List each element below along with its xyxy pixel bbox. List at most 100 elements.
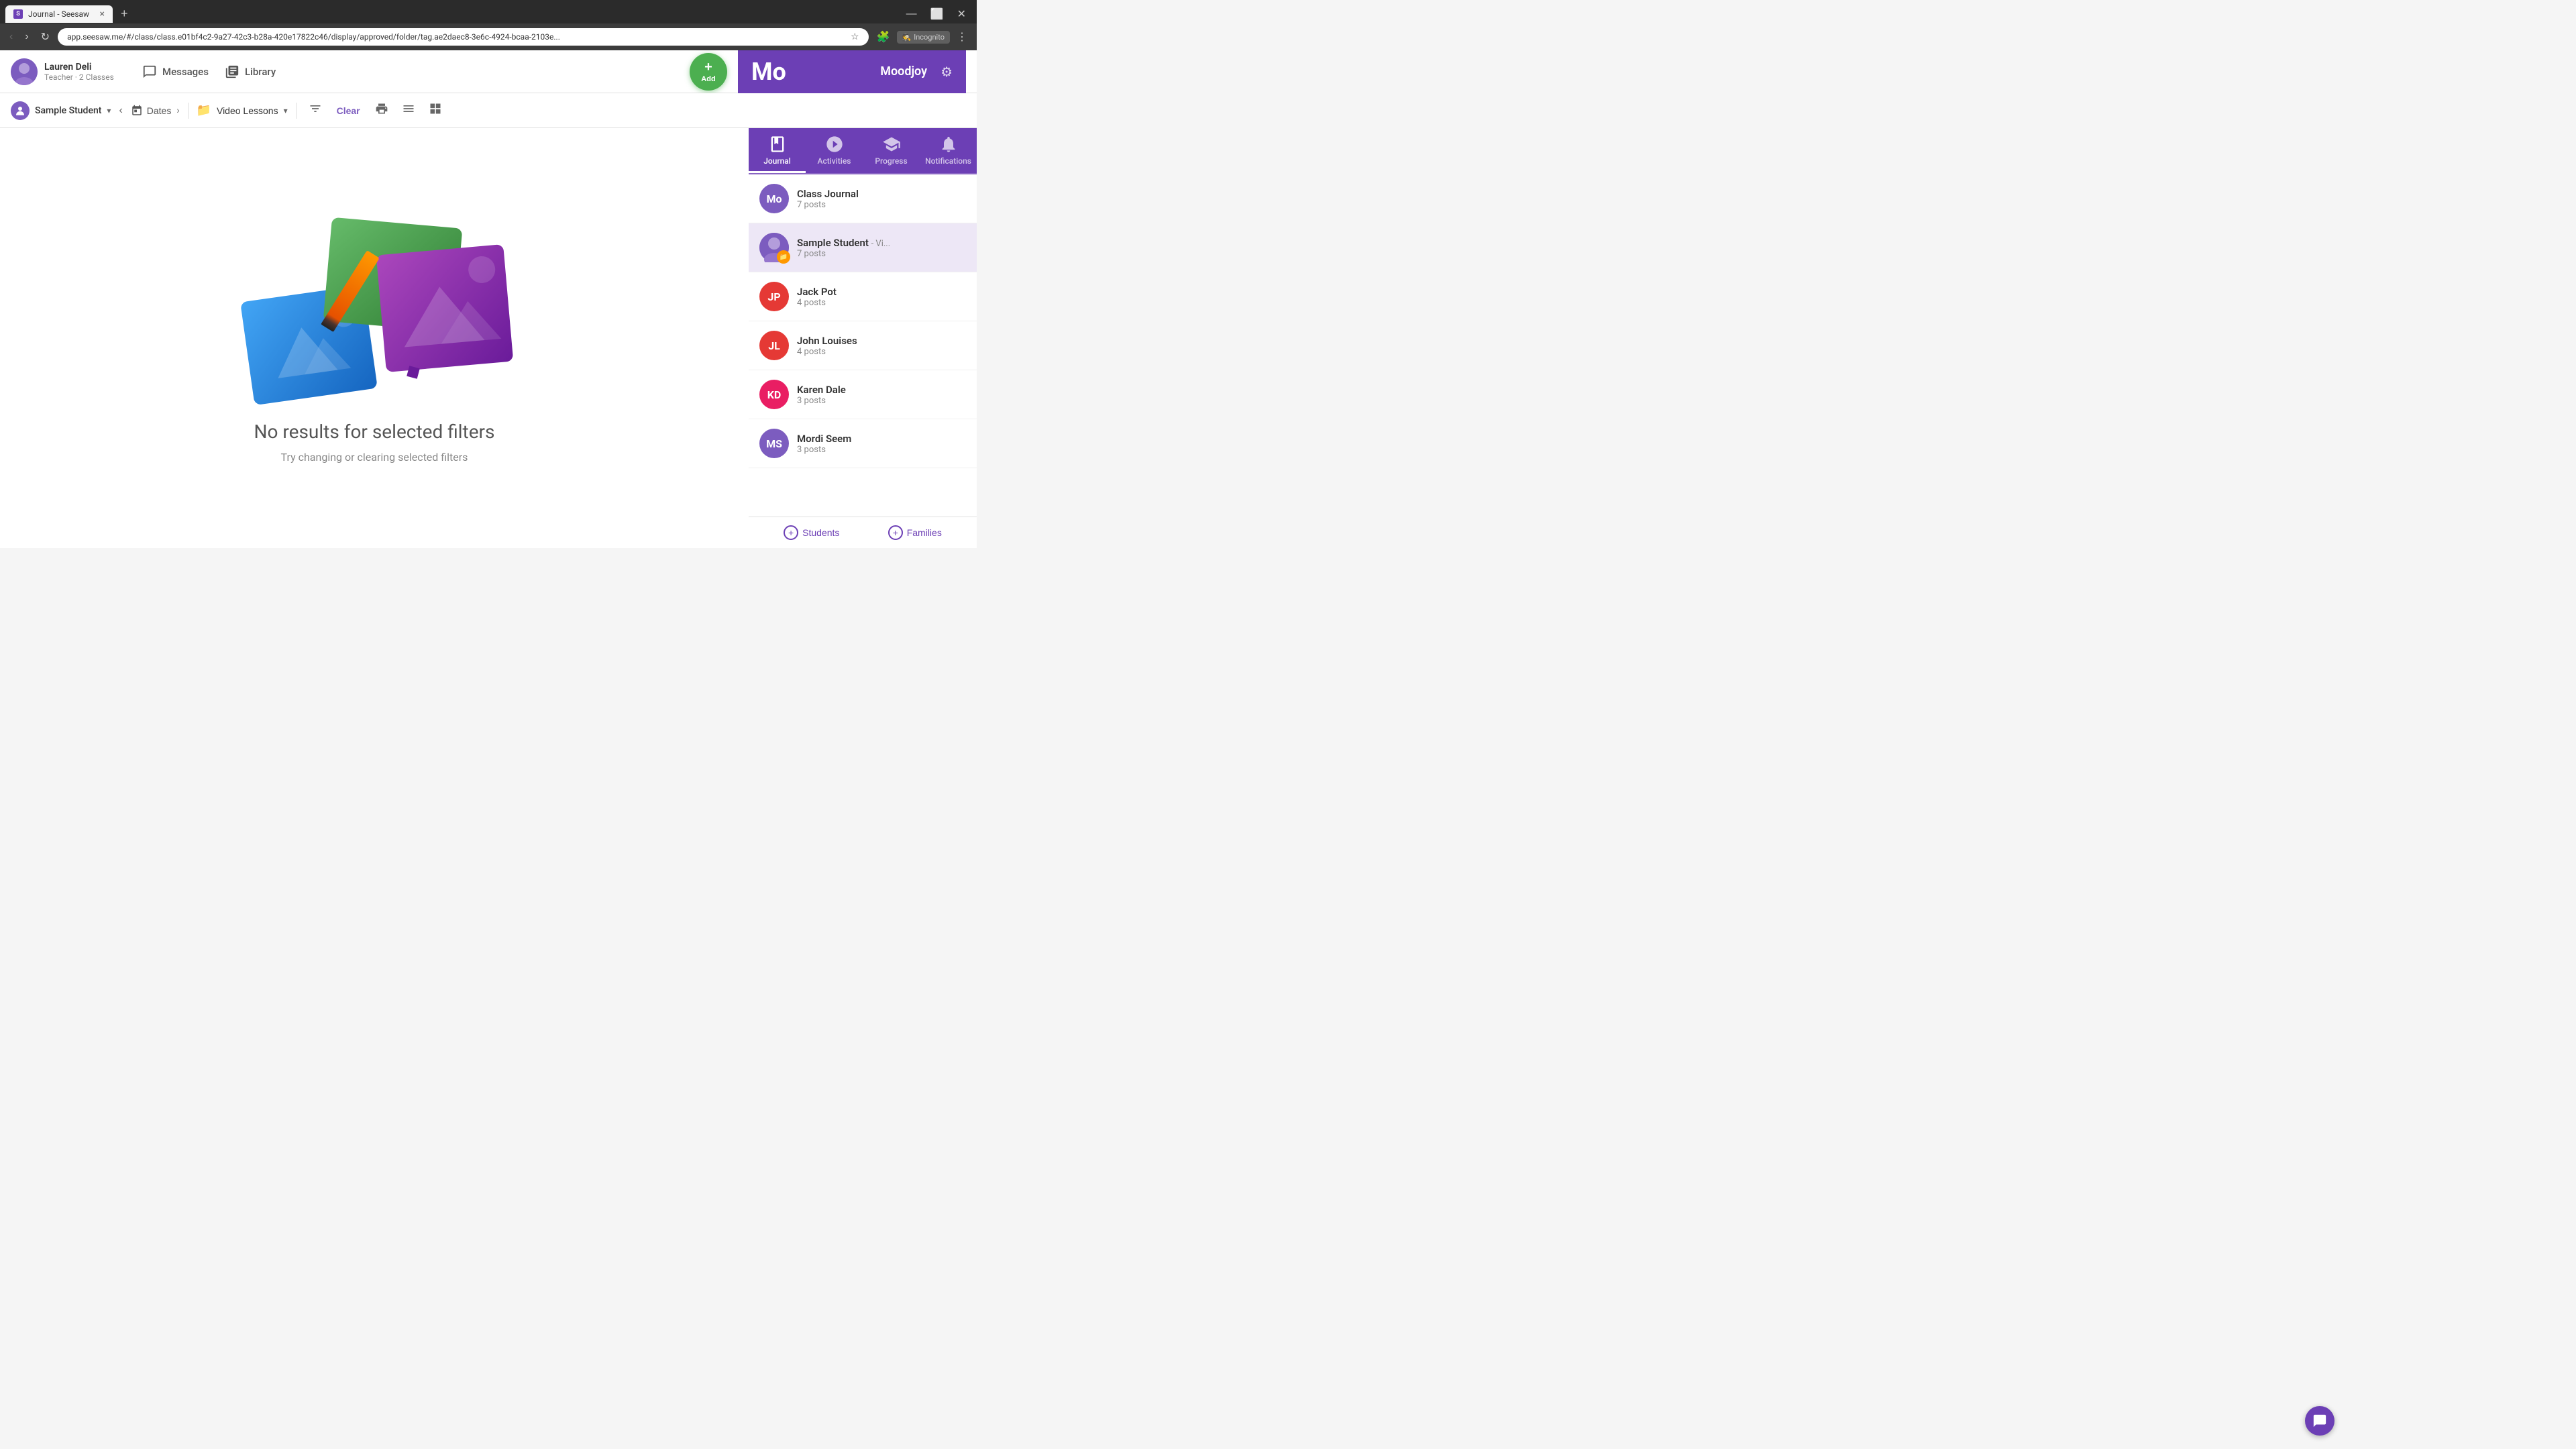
jack-pot-name: Jack Pot (797, 286, 966, 298)
list-icon (402, 102, 415, 115)
student-item-karen[interactable]: KD Karen Dale 3 posts (749, 370, 977, 419)
students-button[interactable]: + Students (784, 525, 839, 540)
sample-student-posts: 7 posts (797, 249, 966, 259)
journal-tab-icon (768, 135, 787, 154)
grid-view-button[interactable] (425, 99, 446, 121)
print-button[interactable] (371, 99, 392, 121)
messages-nav-item[interactable]: Messages (142, 64, 209, 79)
activities-tab-label: Activities (818, 156, 851, 166)
reload-button[interactable]: ↻ (37, 28, 54, 46)
filter-options-button[interactable] (305, 99, 326, 121)
folder-selector[interactable]: 📁 Video Lessons ▾ (197, 103, 288, 117)
mordi-seem-posts: 3 posts (797, 445, 966, 455)
separator-2 (296, 103, 297, 119)
student-chevron-icon: ▾ (107, 106, 111, 115)
chat-icon (2312, 1413, 2327, 1428)
journal-tab-label: Journal (763, 156, 791, 166)
student-folder-truncated: - Vi... (871, 239, 891, 249)
forward-button[interactable]: › (21, 28, 32, 46)
address-bar[interactable]: app.seesaw.me/#/class/class.e01bf4c2-9a2… (58, 28, 869, 46)
panel-footer: + Students + Families (749, 517, 977, 548)
student-item-jack[interactable]: JP Jack Pot 4 posts (749, 272, 977, 321)
empty-title: No results for selected filters (254, 421, 495, 443)
settings-icon[interactable]: ⚙ (941, 64, 953, 80)
karen-dale-info: Karen Dale 3 posts (797, 384, 966, 406)
close-window-button[interactable]: ✕ (952, 5, 971, 23)
filter-bar: Sample Student ▾ ‹ Dates › 📁 Video Lesso… (0, 93, 977, 128)
grid-icon (429, 102, 442, 115)
karen-dale-posts: 3 posts (797, 396, 966, 406)
class-journal-posts: 7 posts (797, 200, 966, 210)
user-info: Lauren Deli Teacher · 2 Classes (11, 58, 131, 85)
messages-icon (142, 64, 157, 79)
class-journal-name: Class Journal (797, 188, 966, 200)
tab-journal[interactable]: Journal (749, 128, 806, 173)
progress-tab-label: Progress (875, 156, 907, 166)
jack-pot-posts: 4 posts (797, 298, 966, 308)
sample-student-info: Sample Student - Vi... 7 posts (797, 237, 966, 259)
class-journal-item[interactable]: Mo Class Journal 7 posts (749, 174, 977, 223)
browser-menu-button[interactable]: ⋮ (953, 28, 971, 46)
tab-progress[interactable]: Progress (863, 128, 920, 173)
dates-button[interactable]: Dates (131, 105, 172, 117)
library-nav-item[interactable]: Library (225, 64, 276, 79)
minimize-button[interactable]: — (901, 5, 922, 23)
folder-icon: 📁 (197, 103, 211, 117)
empty-subtitle: Try changing or clearing selected filter… (281, 451, 468, 464)
user-details: Lauren Deli Teacher · 2 Classes (44, 62, 114, 82)
address-bar-row: ‹ › ↻ app.seesaw.me/#/class/class.e01bf4… (0, 23, 977, 50)
small-square (407, 366, 420, 379)
panel-top-section: Mo Moodjoy ⚙ (738, 50, 966, 93)
notifications-tab-label: Notifications (925, 156, 971, 166)
user-role: Teacher · 2 Classes (44, 72, 114, 82)
library-icon (225, 64, 239, 79)
tab-notifications[interactable]: Notifications (920, 128, 977, 173)
new-tab-button[interactable]: + (115, 4, 133, 23)
class-journal-info: Class Journal 7 posts (797, 188, 966, 210)
panel-username: Moodjoy (880, 64, 927, 78)
empty-state: No results for selected filters Try chan… (233, 213, 515, 464)
clear-button[interactable]: Clear (331, 103, 366, 119)
back-button[interactable]: ‹ (5, 28, 17, 46)
calendar-icon (131, 105, 143, 117)
student-name-text: Sample Student (35, 105, 101, 116)
notifications-tab-icon (939, 135, 958, 154)
student-item-john[interactable]: JL John Louises 4 posts (749, 321, 977, 370)
karen-dale-name: Karen Dale (797, 384, 966, 396)
right-panel: Journal Activities Progress (749, 128, 977, 548)
add-button[interactable]: + Add (690, 53, 727, 91)
plus-icon: + (704, 60, 712, 74)
url-text: app.seesaw.me/#/class/class.e01bf4c2-9a2… (67, 32, 845, 42)
library-label: Library (245, 66, 276, 78)
main-content: No results for selected filters Try chan… (0, 128, 977, 548)
student-selector[interactable]: Sample Student ▾ (11, 101, 111, 120)
tab-close-button[interactable]: × (100, 9, 105, 19)
john-louises-avatar: JL (759, 331, 789, 360)
list-view-button[interactable] (398, 99, 419, 121)
folder-name: Video Lessons (217, 105, 278, 116)
families-button[interactable]: + Families (888, 525, 942, 540)
sample-student-name: Sample Student - Vi... (797, 237, 966, 249)
john-louises-posts: 4 posts (797, 347, 966, 357)
maximize-button[interactable]: ⬜ (925, 5, 949, 23)
student-avatar-icon (11, 101, 30, 120)
app-container: Lauren Deli Teacher · 2 Classes Messages… (0, 50, 977, 548)
mordi-seem-name: Mordi Seem (797, 433, 966, 445)
extensions-button[interactable]: 🧩 (873, 28, 894, 46)
student-item-mordi[interactable]: MS Mordi Seem 3 posts (749, 419, 977, 468)
dates-label: Dates (147, 105, 172, 116)
panel-tabs: Journal Activities Progress (749, 128, 977, 174)
active-tab[interactable]: S Journal - Seesaw × (5, 5, 113, 23)
students-label: Students (802, 527, 839, 538)
prev-date-button[interactable]: ‹ (116, 102, 125, 119)
panel-initial: Mo (751, 58, 875, 86)
john-louises-info: John Louises 4 posts (797, 335, 966, 357)
messages-label: Messages (162, 66, 209, 78)
student-item-sample[interactable]: 📁 Sample Student - Vi... 7 posts (749, 223, 977, 272)
bookmark-icon[interactable]: ☆ (851, 32, 859, 42)
chat-button[interactable] (2305, 1406, 2334, 1436)
tab-activities[interactable]: Activities (806, 128, 863, 173)
folder-badge: 📁 (777, 250, 790, 264)
class-journal-avatar: Mo (759, 184, 789, 213)
arrow-right-icon: › (176, 105, 179, 116)
